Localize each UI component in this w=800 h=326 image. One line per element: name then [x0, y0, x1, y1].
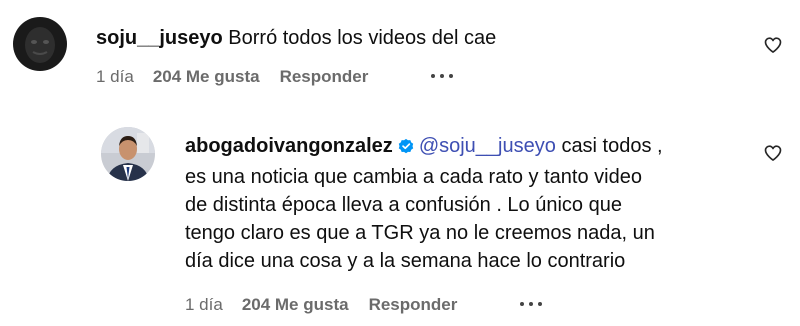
- likes-count[interactable]: 204 Me gusta: [153, 67, 260, 87]
- avatar[interactable]: [101, 127, 155, 181]
- comment-username[interactable]: abogadoivangonzalez: [185, 135, 393, 157]
- comment-text-line: soju__juseyo Borró todos los videos del …: [96, 24, 496, 52]
- avatar[interactable]: [13, 17, 67, 71]
- comment-text-line: tengo claro es que a TGR ya no le creemo…: [185, 222, 655, 244]
- mention-link[interactable]: @soju__juseyo: [419, 135, 556, 157]
- comment-text: Borró todos los videos del cae: [228, 27, 497, 49]
- reply-button[interactable]: Responder: [369, 295, 458, 315]
- heart-icon[interactable]: [763, 35, 783, 55]
- heart-icon[interactable]: [763, 143, 783, 163]
- likes-count[interactable]: 204 Me gusta: [242, 295, 349, 315]
- comment-meta: 1 día 204 Me gusta Responder: [185, 294, 457, 316]
- more-options-icon[interactable]: [431, 74, 453, 78]
- more-options-icon[interactable]: [520, 302, 542, 306]
- comment-text-line: de distinta época lleva a confusión . Lo…: [185, 194, 622, 216]
- comment-meta: 1 día 204 Me gusta Responder: [96, 66, 368, 88]
- comment-text-line: abogadoivangonzalez @soju__juseyo casi to…: [185, 132, 663, 163]
- comment-text-line: día dice una cosa y a la semana hace lo …: [185, 250, 626, 272]
- verified-badge-icon: [397, 135, 415, 163]
- comment-time[interactable]: 1 día: [185, 295, 223, 315]
- comment-text: casi todos ,: [561, 135, 663, 157]
- comment-time[interactable]: 1 día: [96, 67, 134, 87]
- comment-username[interactable]: soju__juseyo: [96, 27, 223, 49]
- reply-button[interactable]: Responder: [280, 67, 369, 87]
- comment-text-line: es una noticia que cambia a cada rato y …: [185, 166, 642, 188]
